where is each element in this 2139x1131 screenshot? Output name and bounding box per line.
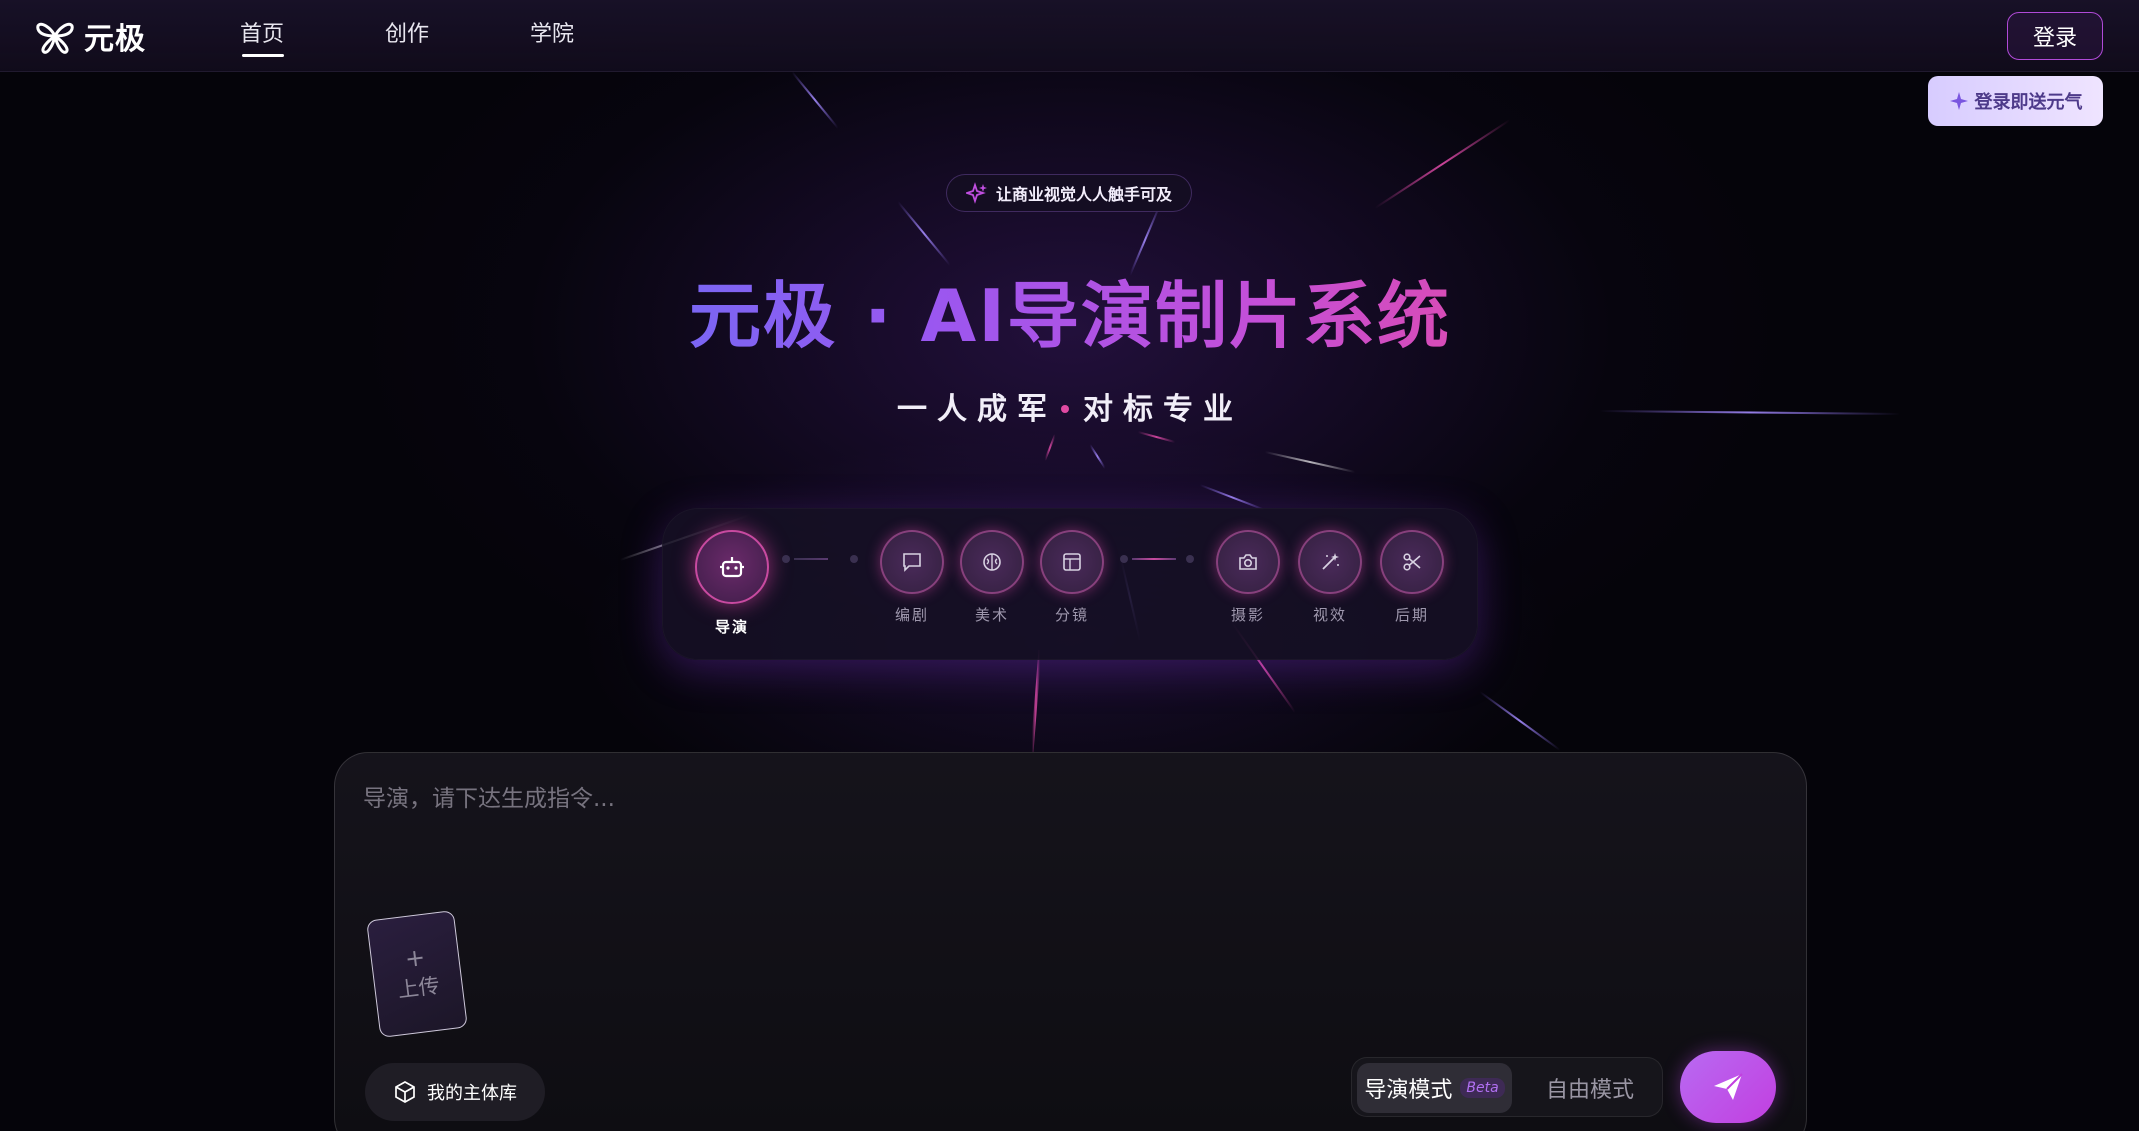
- login-button[interactable]: 登录: [2007, 12, 2103, 60]
- pipeline-label-post: 后期: [1394, 606, 1429, 624]
- brand-name: 元极: [84, 22, 146, 57]
- tagline-text: 让商业视觉人人触手可及: [995, 185, 1172, 204]
- pipeline-step-vfx[interactable]: 视效: [1298, 530, 1362, 625]
- prompt-composer: + 上传 我的主体库 导演模式 Beta 自由模式: [334, 752, 1807, 1131]
- storyboard-circle: [1040, 530, 1104, 594]
- connector-dot: [850, 555, 858, 563]
- brain-icon: [983, 553, 1001, 571]
- nav-academy[interactable]: 学院: [530, 0, 675, 72]
- hero-subtitle: 一人成军 对标专业: [800, 384, 1340, 428]
- sparkles-icon: [965, 182, 987, 204]
- subtitle-right: 对标专业: [1083, 392, 1243, 427]
- page: 元极 首页 创作 学院 登录 登录即送元气 让商业视觉人人触手可及 元极 · A…: [0, 0, 2139, 1131]
- pipeline-label-camera: 摄影: [1230, 606, 1265, 624]
- paper-plane-icon: [1714, 1073, 1743, 1100]
- pipeline-step-script[interactable]: 编剧: [880, 530, 944, 625]
- camera-circle: [1216, 530, 1280, 594]
- pipeline-label-vfx: 视效: [1312, 606, 1347, 624]
- pipeline-step-camera[interactable]: 摄影: [1216, 530, 1280, 625]
- brand-logo[interactable]: 元极: [34, 14, 146, 58]
- subject-library-label: 我的主体库: [427, 1083, 517, 1104]
- director-mode-tab[interactable]: 导演模式 Beta: [1357, 1063, 1512, 1113]
- pipeline-label-art: 美术: [974, 606, 1009, 624]
- signup-bonus-button[interactable]: 登录即送元气: [1928, 76, 2103, 126]
- hero-title: 元极 · AI导演制片系统: [600, 268, 1540, 364]
- pipeline-label-script: 编剧: [894, 606, 929, 624]
- subject-library-button[interactable]: 我的主体库: [365, 1063, 545, 1121]
- pipeline-label-storyboard: 分镜: [1054, 606, 1089, 624]
- pipeline-step-storyboard[interactable]: 分镜: [1040, 530, 1104, 625]
- connector-dot: [1186, 555, 1194, 563]
- subtitle-left: 一人成军: [897, 392, 1057, 427]
- main-nav: 首页 创作 学院: [240, 0, 675, 72]
- upload-card[interactable]: + 上传: [366, 910, 468, 1038]
- layout-icon: [1063, 553, 1081, 571]
- pipeline-step-art[interactable]: 美术: [960, 530, 1024, 625]
- post-circle: [1380, 530, 1444, 594]
- connector-dot: [1120, 555, 1128, 563]
- tagline-pill: 让商业视觉人人触手可及: [946, 174, 1192, 212]
- scissors-icon: [1403, 553, 1421, 571]
- robot-icon: [720, 557, 744, 578]
- art-circle: [960, 530, 1024, 594]
- prompt-input[interactable]: [363, 779, 1763, 819]
- vfx-circle: [1298, 530, 1362, 594]
- beta-badge: Beta: [1460, 1078, 1505, 1098]
- script-circle: [880, 530, 944, 594]
- connector-line: [794, 558, 828, 560]
- butterfly-logo-icon: [36, 22, 74, 54]
- free-mode-tab[interactable]: 自由模式: [1522, 1063, 1658, 1113]
- plus-icon: +: [403, 942, 427, 974]
- top-navigation-bar: 元极 首页 创作 学院 登录: [0, 0, 2139, 72]
- camera-icon: [1239, 554, 1257, 570]
- director-mode-label: 导演模式: [1364, 1078, 1453, 1103]
- pipeline-step-post[interactable]: 后期: [1380, 530, 1444, 625]
- mode-switch: 导演模式 Beta 自由模式: [1351, 1057, 1663, 1117]
- director-circle: [695, 530, 769, 604]
- pipeline-step-director[interactable]: 导演: [695, 530, 769, 637]
- cube-icon: [395, 1081, 415, 1103]
- production-pipeline: 导演 编剧 美术 分镜 摄影 视效 后期: [662, 508, 1478, 660]
- nav-home[interactable]: 首页: [240, 0, 385, 72]
- upload-label: 上传: [396, 973, 442, 1003]
- subtitle-dot: [1061, 404, 1069, 413]
- nav-create[interactable]: 创作: [385, 0, 530, 72]
- connector-dot: [782, 555, 790, 563]
- chat-bubble-icon: [903, 553, 921, 572]
- sparkle-icon: [1949, 92, 1968, 110]
- send-button[interactable]: [1680, 1051, 1776, 1123]
- signup-bonus-label: 登录即送元气: [1974, 92, 2083, 113]
- pipeline-label-director: 导演: [714, 618, 749, 636]
- magic-wand-icon: [1322, 553, 1339, 570]
- connector-line: [1132, 558, 1176, 560]
